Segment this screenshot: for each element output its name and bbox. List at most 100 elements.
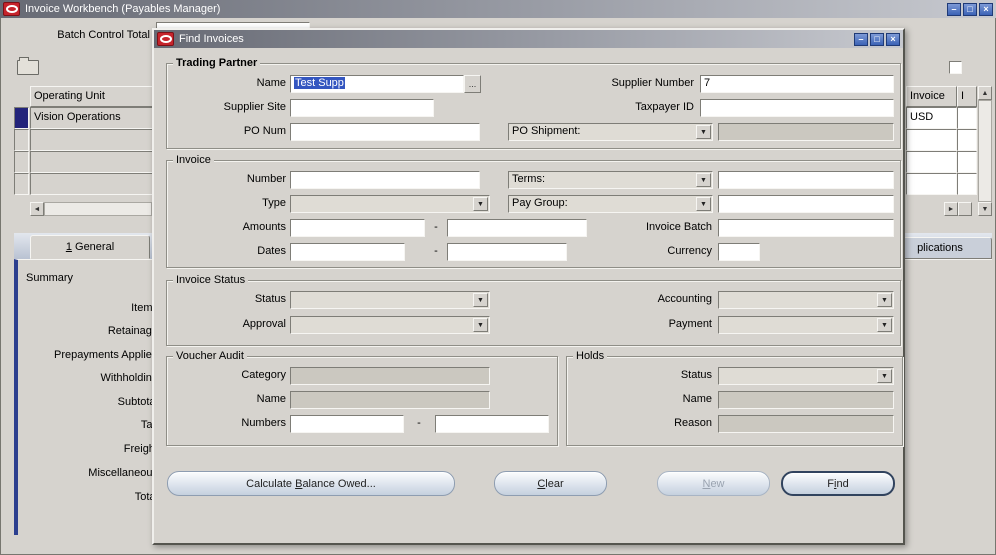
- approval-label: Approval: [242, 318, 286, 330]
- find-button[interactable]: Fi nd: [781, 471, 895, 496]
- new-button: New: [657, 471, 770, 496]
- pay-group-value-input[interactable]: [718, 195, 894, 213]
- po-num-input[interactable]: [290, 123, 480, 141]
- dates-label: Dates: [257, 245, 286, 257]
- close-icon[interactable]: ×: [979, 2, 993, 16]
- numbers-from-input[interactable]: [290, 415, 404, 433]
- invoice-column-header[interactable]: Invoice: [906, 86, 957, 107]
- scroll-down-icon[interactable]: ▼: [978, 202, 992, 216]
- grid-cell[interactable]: [957, 151, 977, 173]
- application-window: Invoice Workbench (Payables Manager) – □…: [0, 0, 996, 555]
- operating-unit-cell[interactable]: Vision Operations: [30, 107, 154, 129]
- taxpayer-id-input[interactable]: [700, 99, 894, 117]
- currency-input[interactable]: [718, 243, 760, 261]
- po-shipment-combo[interactable]: PO Shipment: ▼: [508, 123, 713, 141]
- summary-tax-label: Tax: [140, 419, 158, 431]
- date-from-input[interactable]: [290, 243, 405, 261]
- operating-unit-column-header[interactable]: Operating Unit: [30, 86, 154, 107]
- minimize-icon[interactable]: –: [947, 2, 961, 16]
- record-selector[interactable]: [14, 129, 29, 151]
- terms-combo[interactable]: Terms: ▼: [508, 171, 713, 189]
- scroll-up-icon[interactable]: ▲: [978, 86, 992, 100]
- checkbox[interactable]: [949, 61, 962, 74]
- horizontal-scrollbar-track[interactable]: [44, 202, 152, 216]
- vertical-scrollbar-track[interactable]: [978, 100, 992, 202]
- holds-name-label: Name: [682, 393, 712, 405]
- scroll-left-icon[interactable]: ◄: [30, 202, 44, 216]
- operating-unit-cell[interactable]: [30, 151, 154, 173]
- holds-reason-label: Reason: [674, 417, 712, 429]
- supplier-site-input[interactable]: [290, 99, 434, 117]
- accounting-poplist[interactable]: ▼: [718, 291, 894, 309]
- currency-cell[interactable]: [906, 173, 957, 195]
- grid-cell[interactable]: [957, 107, 977, 129]
- operating-unit-cell[interactable]: [30, 173, 154, 195]
- date-to-input[interactable]: [447, 243, 567, 261]
- supplier-number-label: Supplier Number: [611, 77, 694, 89]
- numbers-to-input[interactable]: [435, 415, 549, 433]
- invoice-type-label: Type: [262, 197, 286, 209]
- accounting-label: Accounting: [657, 293, 712, 305]
- dropdown-arrow-icon[interactable]: ▼: [473, 318, 488, 332]
- oracle-logo-icon: [157, 32, 174, 46]
- dropdown-arrow-icon[interactable]: ▼: [877, 369, 892, 383]
- dialog-maximize-icon[interactable]: □: [870, 32, 884, 46]
- range-dash: -: [417, 417, 421, 429]
- category-label: Category: [241, 369, 286, 381]
- currency-cell[interactable]: [906, 151, 957, 173]
- open-folder-icon[interactable]: [17, 57, 39, 75]
- dropdown-arrow-icon[interactable]: ▼: [877, 293, 892, 307]
- summary-total-label: Total: [134, 491, 158, 503]
- invoice-number-input[interactable]: [290, 171, 480, 189]
- holds-reason-field: [718, 415, 894, 433]
- amount-to-input[interactable]: [447, 219, 587, 237]
- dropdown-arrow-icon[interactable]: ▼: [696, 125, 711, 139]
- dropdown-arrow-icon[interactable]: ▼: [473, 197, 488, 211]
- maximize-icon[interactable]: □: [963, 2, 977, 16]
- window-title: Invoice Workbench (Payables Manager): [25, 3, 221, 15]
- record-selector[interactable]: [14, 151, 29, 173]
- oracle-logo-icon: [3, 2, 20, 16]
- invoice-batch-input[interactable]: [718, 219, 894, 237]
- amount-from-input[interactable]: [290, 219, 425, 237]
- supplier-name-input[interactable]: Test Supp: [290, 75, 464, 93]
- category-field: [290, 367, 490, 385]
- partial-column-header[interactable]: I: [957, 86, 977, 107]
- dialog-titlebar[interactable]: Find Invoices – □ ×: [154, 30, 903, 48]
- holds-status-label: Status: [680, 369, 712, 381]
- dropdown-arrow-icon[interactable]: ▼: [877, 318, 892, 332]
- holds-legend: Holds: [573, 350, 608, 362]
- lov-ellipsis-button[interactable]: ...: [464, 75, 481, 93]
- invoice-type-poplist[interactable]: ▼: [290, 195, 490, 213]
- payment-poplist[interactable]: ▼: [718, 316, 894, 334]
- grid-cell[interactable]: [957, 129, 977, 151]
- dialog-close-icon[interactable]: ×: [886, 32, 900, 46]
- summary-section-label: Summary: [26, 272, 74, 284]
- voucher-audit-legend: Voucher Audit: [173, 350, 247, 362]
- dropdown-arrow-icon[interactable]: ▼: [696, 173, 711, 187]
- trading-partner-legend: Trading Partner: [173, 57, 261, 69]
- holds-status-poplist[interactable]: ▼: [718, 367, 894, 385]
- dropdown-arrow-icon[interactable]: ▼: [473, 293, 488, 307]
- invoice-legend: Invoice: [173, 154, 214, 166]
- invoice-status-legend: Invoice Status: [173, 274, 249, 286]
- currency-cell[interactable]: [906, 129, 957, 151]
- dropdown-arrow-icon[interactable]: ▼: [696, 197, 711, 211]
- tab-general[interactable]: 1 General: [30, 235, 150, 259]
- pay-group-combo[interactable]: Pay Group: ▼: [508, 195, 713, 213]
- clear-button[interactable]: Clear: [494, 471, 607, 496]
- payment-label: Payment: [668, 318, 712, 330]
- record-selector-current[interactable]: [14, 107, 29, 129]
- approval-poplist[interactable]: ▼: [290, 316, 490, 334]
- supplier-number-input[interactable]: 7: [700, 75, 894, 93]
- status-poplist[interactable]: ▼: [290, 291, 490, 309]
- dialog-window-controls: – □ ×: [854, 32, 900, 46]
- scroll-right-icon[interactable]: ►: [944, 202, 958, 216]
- calculate-balance-owed-button[interactable]: Calculate Balance Owed...: [167, 471, 455, 496]
- operating-unit-cell[interactable]: [30, 129, 154, 151]
- currency-cell[interactable]: USD: [906, 107, 957, 129]
- dialog-minimize-icon[interactable]: –: [854, 32, 868, 46]
- grid-cell[interactable]: [957, 173, 977, 195]
- record-selector[interactable]: [14, 173, 29, 195]
- terms-value-input[interactable]: [718, 171, 894, 189]
